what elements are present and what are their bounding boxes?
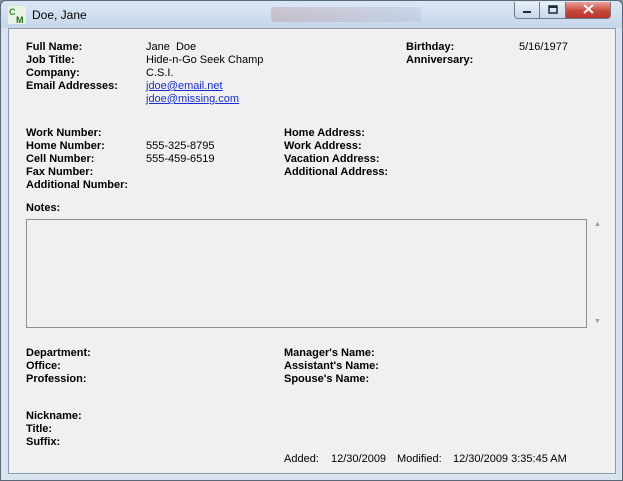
department-label: Department: bbox=[26, 347, 91, 359]
added-date: 12/30/2009 bbox=[331, 453, 387, 465]
profession-label: Profession: bbox=[26, 373, 87, 385]
app-logo-icon: C M bbox=[8, 6, 26, 25]
notes-scrollbar[interactable]: ▲ ▼ bbox=[591, 219, 605, 327]
company-value: C.S.I. bbox=[146, 67, 174, 79]
additional-address-label: Additional Address: bbox=[284, 166, 389, 178]
maximize-icon bbox=[547, 1, 558, 19]
home-number-label: Home Number: bbox=[26, 140, 105, 152]
birthday-label: Birthday: bbox=[406, 41, 455, 53]
birthday-value: 5/16/1977 bbox=[519, 41, 568, 53]
spouses-name-label: Spouse's Name: bbox=[284, 373, 370, 385]
email-link[interactable]: jdoe@email.net bbox=[146, 80, 223, 93]
home-number-value: 555-325-8795 bbox=[146, 140, 215, 152]
vacation-address-label: Vacation Address: bbox=[284, 153, 380, 165]
contact-details-panel: Full Name: Jane Doe Job Title: Hide-n-Go… bbox=[8, 28, 616, 474]
work-number-label: Work Number: bbox=[26, 127, 102, 139]
job-title-label: Job Title: bbox=[26, 54, 75, 66]
nickname-label: Nickname: bbox=[26, 410, 82, 422]
added-label: Added: bbox=[284, 453, 319, 465]
full-name-label: Full Name: bbox=[26, 41, 83, 53]
company-label: Company: bbox=[26, 67, 80, 79]
job-title-value: Hide-n-Go Seek Champ bbox=[146, 54, 264, 66]
office-label: Office: bbox=[26, 360, 61, 372]
title-label: Title: bbox=[26, 423, 53, 435]
suffix-label: Suffix: bbox=[26, 436, 61, 448]
additional-number-label: Additional Number: bbox=[26, 179, 129, 191]
cell-number-value: 555-459-6519 bbox=[146, 153, 215, 165]
full-name-value: Jane Doe bbox=[146, 41, 197, 53]
minimize-button[interactable] bbox=[514, 2, 540, 19]
svg-text:M: M bbox=[16, 15, 24, 24]
title-bar[interactable]: C M Doe, Jane bbox=[1, 1, 622, 28]
svg-text:C: C bbox=[9, 7, 16, 17]
scroll-down-arrow-icon[interactable]: ▼ bbox=[594, 318, 601, 325]
modified-label: Modified: bbox=[397, 453, 442, 465]
cell-number-label: Cell Number: bbox=[26, 153, 95, 165]
email-addresses-label: Email Addresses: bbox=[26, 80, 118, 92]
background-window-ghost bbox=[271, 7, 421, 22]
assistants-name-label: Assistant's Name: bbox=[284, 360, 379, 372]
contact-window: C M Doe, Jane Full Name: Jane Doe Job Ti… bbox=[0, 0, 623, 481]
modified-date: 12/30/2009 3:35:45 AM bbox=[453, 453, 567, 465]
email-link[interactable]: jdoe@missing.com bbox=[146, 93, 239, 106]
work-address-label: Work Address: bbox=[284, 140, 362, 152]
close-button[interactable] bbox=[566, 2, 611, 19]
managers-name-label: Manager's Name: bbox=[284, 347, 375, 359]
scroll-up-arrow-icon[interactable]: ▲ bbox=[594, 221, 601, 228]
minimize-icon bbox=[522, 1, 532, 19]
fax-number-label: Fax Number: bbox=[26, 166, 94, 178]
close-icon bbox=[582, 1, 594, 19]
notes-label: Notes: bbox=[26, 202, 61, 214]
window-title: Doe, Jane bbox=[32, 8, 87, 22]
maximize-button[interactable] bbox=[540, 2, 566, 19]
notes-textbox[interactable] bbox=[26, 219, 587, 328]
home-address-label: Home Address: bbox=[284, 127, 365, 139]
anniversary-label: Anniversary: bbox=[406, 54, 474, 66]
